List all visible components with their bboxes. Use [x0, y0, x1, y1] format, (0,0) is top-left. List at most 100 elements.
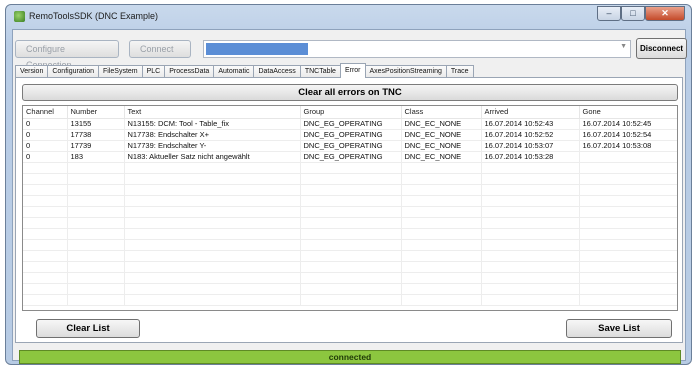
table-cell: 0 — [23, 118, 68, 130]
table-row — [23, 217, 677, 229]
table-cell — [23, 217, 68, 229]
table-cell: DNC_EG_OPERATING — [300, 118, 402, 130]
table-cell — [67, 272, 125, 284]
table-cell — [579, 239, 677, 251]
table-cell: 16.07.2014 10:53:28 — [481, 151, 580, 163]
table-cell — [481, 228, 580, 240]
table-cell — [124, 217, 301, 229]
connection-select[interactable]: ▼ — [203, 40, 631, 58]
column-header-arrived[interactable]: Arrived — [481, 106, 580, 119]
column-header-number[interactable]: Number — [67, 106, 125, 119]
title-bar[interactable]: RemoToolsSDK (DNC Example) – □ ✕ — [6, 5, 691, 27]
table-cell: DNC_EC_NONE — [401, 140, 482, 152]
table-row — [23, 283, 677, 295]
table-cell — [23, 283, 68, 295]
table-cell — [481, 239, 580, 251]
table-cell: 183 — [67, 151, 125, 163]
table-cell: 17738 — [67, 129, 125, 141]
connection-status-bar: connected — [19, 350, 681, 364]
table-row — [23, 250, 677, 262]
table-cell: 16.07.2014 10:52:52 — [481, 129, 580, 141]
column-header-channel[interactable]: Channel — [23, 106, 68, 119]
table-cell — [300, 261, 402, 273]
disconnect-button[interactable]: Disconnect — [636, 38, 687, 59]
table-cell: N17738: Endschalter X+ — [124, 129, 301, 141]
table-cell — [481, 206, 580, 218]
table-cell — [124, 272, 301, 284]
table-cell — [481, 283, 580, 295]
connect-button[interactable]: Connect — [129, 40, 191, 58]
chevron-down-icon[interactable]: ▼ — [620, 43, 627, 50]
grid-body: 0 13155 N13155: DCM: Tool - Table_fix DNC_E… — [23, 118, 677, 306]
minimize-button[interactable]: – — [597, 6, 621, 21]
window-title: RemoToolsSDK (DNC Example) — [29, 11, 159, 21]
table-cell — [23, 195, 68, 207]
table-cell — [67, 228, 125, 240]
table-cell — [579, 151, 677, 163]
table-cell — [481, 162, 580, 174]
table-cell — [401, 195, 482, 207]
table-cell: 16.07.2014 10:53:08 — [579, 140, 677, 152]
table-cell: DNC_EG_OPERATING — [300, 129, 402, 141]
table-cell — [579, 283, 677, 295]
table-row — [23, 294, 677, 306]
configure-connection-button[interactable]: Configure Connection — [15, 40, 119, 70]
table-cell — [579, 217, 677, 229]
table-cell — [23, 184, 68, 196]
table-cell — [124, 162, 301, 174]
close-button[interactable]: ✕ — [645, 6, 685, 21]
error-grid[interactable]: Channel Number Text Group Class Arrived Gone 0… — [22, 105, 678, 311]
save-list-button[interactable]: Save List — [566, 319, 672, 338]
table-row — [23, 173, 677, 185]
table-cell — [23, 206, 68, 218]
connection-select-value — [206, 43, 308, 55]
table-cell — [23, 173, 68, 185]
table-cell — [67, 217, 125, 229]
table-row[interactable]: 0 17738 N17738: Endschalter X+ DNC_EG_OPERA… — [23, 129, 677, 141]
table-cell — [300, 195, 402, 207]
table-cell: 16.07.2014 10:52:43 — [481, 118, 580, 130]
table-cell — [23, 239, 68, 251]
clear-list-button[interactable]: Clear List — [36, 319, 140, 338]
table-cell — [481, 217, 580, 229]
column-header-text[interactable]: Text — [124, 106, 301, 119]
table-cell: N13155: DCM: Tool - Table_fix — [124, 118, 301, 130]
grid-header-row: Channel Number Text Group Class Arrived Gone — [23, 106, 677, 119]
table-cell — [401, 206, 482, 218]
column-header-class[interactable]: Class — [401, 106, 482, 119]
column-header-gone[interactable]: Gone — [579, 106, 677, 119]
table-cell — [124, 184, 301, 196]
app-icon — [14, 11, 25, 22]
table-cell — [124, 261, 301, 273]
table-cell: N17739: Endschalter Y- — [124, 140, 301, 152]
table-cell — [67, 261, 125, 273]
table-cell: 16.07.2014 10:53:07 — [481, 140, 580, 152]
table-cell — [23, 228, 68, 240]
table-cell — [579, 184, 677, 196]
column-header-group[interactable]: Group — [300, 106, 402, 119]
table-cell — [579, 261, 677, 273]
table-cell — [401, 250, 482, 262]
maximize-button[interactable]: □ — [621, 6, 645, 21]
table-row — [23, 195, 677, 207]
table-cell — [401, 173, 482, 185]
table-cell — [300, 217, 402, 229]
table-cell — [124, 283, 301, 295]
tab-error[interactable]: Error — [339, 63, 366, 78]
table-row[interactable]: 0 13155 N13155: DCM: Tool - Table_fix DNC_E… — [23, 118, 677, 130]
table-cell — [300, 283, 402, 295]
table-cell — [401, 239, 482, 251]
table-cell — [67, 283, 125, 295]
table-cell: 16.07.2014 10:52:54 — [579, 129, 677, 141]
table-cell — [67, 239, 125, 251]
table-row[interactable]: 0 183 N183: Aktueller Satz nicht angewählt… — [23, 151, 677, 163]
table-cell — [401, 184, 482, 196]
table-row[interactable]: 0 17739 N17739: Endschalter Y- DNC_EG_OPERA… — [23, 140, 677, 152]
table-cell — [124, 228, 301, 240]
table-cell — [67, 173, 125, 185]
table-cell — [579, 162, 677, 174]
table-cell — [300, 228, 402, 240]
table-cell — [579, 173, 677, 185]
table-cell: DNC_EG_OPERATING — [300, 140, 402, 152]
clear-all-errors-button[interactable]: Clear all errors on TNC — [22, 84, 678, 101]
